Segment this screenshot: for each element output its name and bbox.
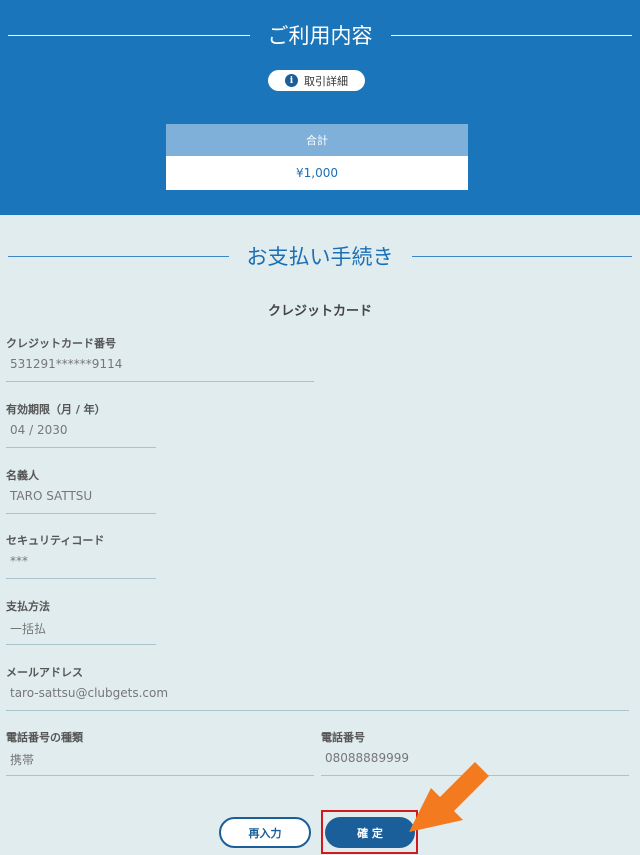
email-label: メールアドレス — [6, 666, 83, 679]
payment-method-title: クレジットカード — [267, 304, 372, 319]
holder-label: 名義人 — [6, 469, 39, 482]
email-value: taro-sattsu@clubgets.com — [10, 686, 169, 700]
card-number-value: 531291******9114 — [10, 357, 123, 371]
arrow-shape — [409, 762, 489, 832]
holder-value: TARO SATTSU — [10, 489, 93, 503]
pay-method-field: 支払方法 一括払 — [6, 598, 156, 645]
field-underline — [6, 381, 314, 382]
transaction-detail-button[interactable]: i 取引詳細 — [268, 70, 365, 91]
total-box: 合計 ¥1,000 — [166, 124, 468, 190]
summary-header: ご利用内容 i 取引詳細 合計 ¥1,000 — [0, 0, 640, 215]
expiry-label: 有効期限（月 / 年） — [6, 403, 106, 416]
holder-field: 名義人 TARO SATTSU — [6, 467, 156, 514]
summary-heading: ご利用内容 — [267, 24, 373, 48]
security-code-label: セキュリティコード — [6, 534, 105, 547]
phone-type-field: 電話番号の種類 携帯 — [6, 729, 314, 776]
pay-method-label: 支払方法 — [6, 600, 50, 613]
field-underline — [6, 775, 314, 776]
security-code-value: *** — [10, 554, 28, 568]
heading-line-right — [390, 34, 632, 36]
field-underline — [6, 644, 156, 645]
field-underline — [6, 710, 629, 711]
heading-line-right — [411, 255, 632, 257]
field-underline — [6, 447, 156, 448]
payment-heading: お支払い手続き — [246, 245, 394, 269]
field-underline — [6, 513, 156, 514]
field-underline — [6, 578, 156, 579]
total-label: 合計 — [166, 124, 468, 156]
security-code-field: セキュリティコード *** — [6, 532, 156, 579]
info-icon: i — [285, 74, 298, 87]
pay-method-value: 一括払 — [10, 622, 47, 636]
pointer-arrow-icon — [409, 762, 489, 832]
phone-type-value: 携帯 — [10, 753, 35, 767]
email-field: メールアドレス taro-sattsu@clubgets.com — [6, 664, 629, 711]
expiry-field: 有効期限（月 / 年） 04 / 2030 — [6, 401, 156, 448]
expiry-value: 04 / 2030 — [10, 423, 68, 437]
payment-heading-row: お支払い手続き — [0, 238, 640, 274]
reenter-button[interactable]: 再入力 — [219, 817, 311, 848]
phone-type-label: 電話番号の種類 — [6, 731, 83, 744]
total-value: ¥1,000 — [166, 156, 468, 190]
card-number-label: クレジットカード番号 — [6, 337, 116, 350]
card-number-field: クレジットカード番号 531291******9114 — [6, 335, 314, 382]
transaction-detail-label: 取引詳細 — [304, 74, 348, 88]
summary-heading-row: ご利用内容 — [0, 16, 640, 54]
heading-line-left — [8, 34, 250, 36]
heading-line-left — [8, 255, 229, 257]
